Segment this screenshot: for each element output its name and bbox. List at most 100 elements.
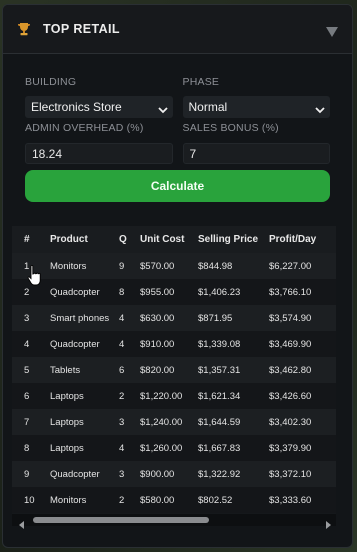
- scrollbar-thumb[interactable]: [33, 517, 209, 523]
- cell-quantity: 8: [119, 286, 125, 298]
- cell-profit-day: $3,462.80: [269, 364, 312, 376]
- cell-rank: 3: [24, 312, 30, 324]
- table-header: # Product Q Unit Cost Selling Price Prof…: [12, 226, 336, 253]
- column-header-selling-price[interactable]: Selling Price: [198, 234, 269, 245]
- sales-bonus-label: SALES BONUS (%): [182, 122, 279, 134]
- cell-profit-day: $3,333.60: [269, 494, 312, 506]
- cell-rank: 7: [24, 416, 30, 428]
- cell-unit-cost: $580.00: [140, 494, 175, 506]
- table-body: 1 Monitors 9 $570.00 $844.98 $6,227.00 2 Quadco…: [12, 253, 336, 513]
- table-row[interactable]: 8 Laptops 4 $1,260.00 $1,667.83 $3,379.90: [12, 435, 336, 461]
- cell-rank: 10: [24, 494, 35, 506]
- cell-profit-day: $3,402.30: [269, 416, 312, 428]
- cell-unit-cost: $1,260.00: [140, 442, 183, 454]
- cell-selling-price: $1,339.08: [198, 338, 241, 350]
- cell-profit-day: $3,379.90: [269, 442, 312, 454]
- cell-quantity: 2: [119, 494, 125, 506]
- cell-selling-price: $1,667.83: [198, 442, 241, 454]
- column-header-profit-day[interactable]: Profit/Day: [269, 234, 331, 245]
- cell-selling-price: $1,406.23: [198, 286, 241, 298]
- scroll-right-icon[interactable]: [324, 516, 332, 529]
- cell-unit-cost: $900.00: [140, 468, 175, 480]
- cell-quantity: 9: [119, 260, 125, 272]
- cell-unit-cost: $1,240.00: [140, 416, 183, 428]
- collapse-triangle-icon[interactable]: [326, 24, 338, 37]
- cell-product: Laptops: [50, 442, 84, 454]
- table-row[interactable]: 5 Tablets 6 $820.00 $1,357.31 $3,462.80: [12, 357, 336, 383]
- table-row[interactable]: 9 Quadcopter 3 $900.00 $1,322.92 $3,372.10: [12, 461, 336, 487]
- cell-product: Tablets: [50, 364, 81, 376]
- table-row[interactable]: 1 Monitors 9 $570.00 $844.98 $6,227.00: [12, 253, 336, 279]
- panel-header[interactable]: TOP RETAIL: [3, 5, 352, 54]
- cell-unit-cost: $630.00: [140, 312, 175, 324]
- cell-selling-price: $871.95: [198, 312, 233, 324]
- cell-product: Quadcopter: [50, 338, 100, 350]
- cell-quantity: 4: [119, 338, 125, 350]
- cell-profit-day: $3,469.90: [269, 338, 312, 350]
- column-header-rank[interactable]: #: [12, 234, 39, 245]
- column-header-product[interactable]: Product: [39, 234, 116, 245]
- hand-pointer-cursor-icon: [26, 264, 42, 288]
- calculate-button[interactable]: Calculate: [25, 170, 330, 202]
- table-row[interactable]: 7 Laptops 3 $1,240.00 $1,644.59 $3,402.30: [12, 409, 336, 435]
- cell-unit-cost: $955.00: [140, 286, 175, 298]
- cell-selling-price: $1,644.59: [198, 416, 241, 428]
- cell-rank: 4: [24, 338, 30, 350]
- cell-selling-price: $1,357.31: [198, 364, 241, 376]
- cell-profit-day: $6,227.00: [269, 260, 312, 272]
- table-row[interactable]: 2 Quadcopter 8 $955.00 $1,406.23 $3,766.10: [12, 279, 336, 305]
- cell-rank: 8: [24, 442, 30, 454]
- cell-product: Laptops: [50, 416, 84, 428]
- results-table: # Product Q Unit Cost Selling Price Prof…: [12, 226, 336, 526]
- building-select-value: Electronics Store: [31, 100, 122, 114]
- horizontal-scrollbar[interactable]: [12, 514, 336, 529]
- cell-product: Quadcopter: [50, 468, 100, 480]
- cell-quantity: 4: [119, 312, 125, 324]
- cell-profit-day: $3,574.90: [269, 312, 312, 324]
- scroll-left-icon[interactable]: [18, 516, 26, 529]
- cell-profit-day: $3,372.10: [269, 468, 312, 480]
- building-label: BUILDING: [25, 76, 77, 88]
- phase-select[interactable]: Normal: [182, 96, 330, 118]
- table-row[interactable]: 6 Laptops 2 $1,220.00 $1,621.34 $3,426.60: [12, 383, 336, 409]
- cell-quantity: 3: [119, 416, 125, 428]
- column-header-unit-cost[interactable]: Unit Cost: [140, 234, 198, 245]
- chevron-down-icon: [315, 103, 325, 114]
- admin-overhead-input[interactable]: 18.24: [25, 143, 173, 164]
- cell-profit-day: $3,766.10: [269, 286, 312, 298]
- cell-rank: 2: [24, 286, 30, 298]
- cell-product: Smart phones: [50, 312, 110, 324]
- cell-quantity: 2: [119, 390, 125, 402]
- phase-label: PHASE: [182, 76, 220, 88]
- admin-overhead-label: ADMIN OVERHEAD (%): [25, 122, 144, 134]
- cell-selling-price: $1,322.92: [198, 468, 241, 480]
- building-select[interactable]: Electronics Store: [25, 96, 173, 118]
- cell-selling-price: $802.52: [198, 494, 233, 506]
- column-header-quantity[interactable]: Q: [116, 234, 140, 245]
- cell-unit-cost: $820.00: [140, 364, 175, 376]
- page-title: TOP RETAIL: [43, 22, 120, 36]
- cell-quantity: 4: [119, 442, 125, 454]
- cell-quantity: 6: [119, 364, 125, 376]
- cell-profit-day: $3,426.60: [269, 390, 312, 402]
- cell-rank: 9: [24, 468, 30, 480]
- cell-unit-cost: $910.00: [140, 338, 175, 350]
- cell-unit-cost: $1,220.00: [140, 390, 183, 402]
- table-row[interactable]: 10 Monitors 2 $580.00 $802.52 $3,333.60: [12, 487, 336, 513]
- table-row[interactable]: 4 Quadcopter 4 $910.00 $1,339.08 $3,469.90: [12, 331, 336, 357]
- table-row[interactable]: 3 Smart phones 4 $630.00 $871.95 $3,574.90: [12, 305, 336, 331]
- cell-quantity: 3: [119, 468, 125, 480]
- cell-selling-price: $1,621.34: [198, 390, 241, 402]
- trophy-icon: [17, 22, 31, 36]
- sales-bonus-input[interactable]: 7: [182, 143, 330, 164]
- cell-product: Monitors: [50, 494, 87, 506]
- cell-rank: 5: [24, 364, 30, 376]
- cell-unit-cost: $570.00: [140, 260, 175, 272]
- cell-product: Laptops: [50, 390, 84, 402]
- phase-select-value: Normal: [188, 100, 228, 114]
- cell-selling-price: $844.98: [198, 260, 233, 272]
- cell-product: Quadcopter: [50, 286, 100, 298]
- chevron-down-icon: [157, 103, 168, 114]
- cell-rank: 6: [24, 390, 30, 402]
- cell-product: Monitors: [50, 260, 87, 272]
